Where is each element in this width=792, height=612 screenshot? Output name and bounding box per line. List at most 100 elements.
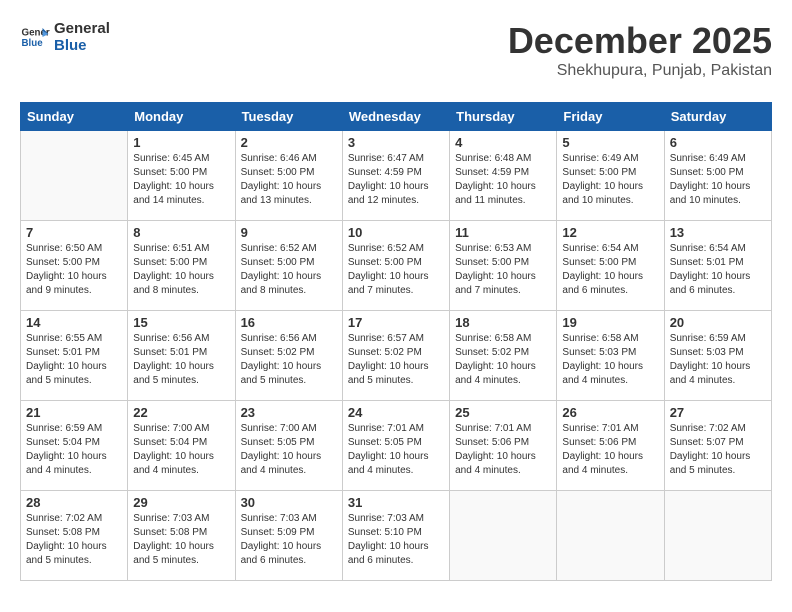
calendar-cell: 29Sunrise: 7:03 AM Sunset: 5:08 PM Dayli…	[128, 491, 235, 581]
calendar-cell	[664, 491, 771, 581]
day-number: 26	[562, 405, 658, 420]
calendar-cell	[21, 131, 128, 221]
day-number: 15	[133, 315, 229, 330]
day-number: 14	[26, 315, 122, 330]
calendar-cell: 16 Sunrise: 6:56 AM Sunset: 5:02 PM Dayli…	[235, 311, 342, 401]
day-number: 18	[455, 315, 551, 330]
day-info: Sunrise: 6:52 AM Sunset: 5:00 PM Dayligh…	[241, 242, 337, 298]
day-info: Sunrise: 6:49 AM Sunset: 5:00 PM Dayligh…	[562, 152, 658, 208]
calendar-table: SundayMondayTuesdayWednesdayThursdayFrid…	[20, 102, 772, 581]
day-info: Sunrise: 6:45 AM Sunset: 5:00 PM Dayligh…	[133, 152, 229, 208]
day-info: Sunrise: 6:48 AM Sunset: 4:59 PM Dayligh…	[455, 152, 551, 208]
day-number: 20	[670, 315, 766, 330]
calendar-cell	[557, 491, 664, 581]
header-tuesday: Tuesday	[235, 103, 342, 131]
day-number: 13	[670, 225, 766, 240]
day-info: Sunrise: 7:03 AM Sunset: 5:09 PM Dayligh…	[241, 512, 337, 568]
calendar-cell: 1 Sunrise: 6:45 AM Sunset: 5:00 PM Daylig…	[128, 131, 235, 221]
day-info: Sunrise: 7:02 AM Sunset: 5:08 PM Dayligh…	[26, 512, 122, 568]
day-number: 21	[26, 405, 122, 420]
day-info: Sunrise: 7:03 AM Sunset: 5:08 PM Dayligh…	[133, 512, 229, 568]
day-info: Sunrise: 6:57 AM Sunset: 5:02 PM Dayligh…	[348, 332, 444, 388]
day-info: Sunrise: 6:47 AM Sunset: 4:59 PM Dayligh…	[348, 152, 444, 208]
day-number: 16	[241, 315, 337, 330]
calendar-cell: 14 Sunrise: 6:55 AM Sunset: 5:01 PM Dayli…	[21, 311, 128, 401]
calendar-cell: 27Sunrise: 7:02 AM Sunset: 5:07 PM Dayli…	[664, 401, 771, 491]
calendar-cell	[450, 491, 557, 581]
calendar-cell: 30Sunrise: 7:03 AM Sunset: 5:09 PM Dayli…	[235, 491, 342, 581]
calendar-cell: 15 Sunrise: 6:56 AM Sunset: 5:01 PM Dayli…	[128, 311, 235, 401]
day-number: 1	[133, 135, 229, 150]
day-number: 11	[455, 225, 551, 240]
day-number: 3	[348, 135, 444, 150]
svg-text:Blue: Blue	[22, 38, 44, 49]
calendar-cell: 25Sunrise: 7:01 AM Sunset: 5:06 PM Dayli…	[450, 401, 557, 491]
calendar-cell: 20 Sunrise: 6:59 AM Sunset: 5:03 PM Dayli…	[664, 311, 771, 401]
day-info: Sunrise: 7:00 AM Sunset: 5:04 PM Dayligh…	[133, 422, 229, 478]
day-number: 17	[348, 315, 444, 330]
week-row-5: 28 Sunrise: 7:02 AM Sunset: 5:08 PM Dayli…	[21, 491, 772, 581]
day-number: 31	[348, 495, 444, 510]
day-info: Sunrise: 6:54 AM Sunset: 5:01 PM Dayligh…	[670, 242, 766, 298]
day-number: 10	[348, 225, 444, 240]
week-row-3: 14 Sunrise: 6:55 AM Sunset: 5:01 PM Dayli…	[21, 311, 772, 401]
week-row-2: 7 Sunrise: 6:50 AM Sunset: 5:00 PM Daylig…	[21, 221, 772, 311]
day-info: Sunrise: 6:52 AM Sunset: 5:00 PM Dayligh…	[348, 242, 444, 298]
month-title: December 2025	[508, 20, 772, 62]
header-friday: Friday	[557, 103, 664, 131]
day-number: 19	[562, 315, 658, 330]
day-number: 5	[562, 135, 658, 150]
calendar-cell: 21 Sunrise: 6:59 AM Sunset: 5:04 PM Dayli…	[21, 401, 128, 491]
calendar-cell: 5 Sunrise: 6:49 AM Sunset: 5:00 PM Daylig…	[557, 131, 664, 221]
title-section: December 2025 Shekhupura, Punjab, Pakist…	[508, 20, 772, 80]
day-info: Sunrise: 7:00 AM Sunset: 5:05 PM Dayligh…	[241, 422, 337, 478]
day-number: 12	[562, 225, 658, 240]
day-number: 7	[26, 225, 122, 240]
calendar-cell: 24Sunrise: 7:01 AM Sunset: 5:05 PM Dayli…	[342, 401, 449, 491]
calendar-cell: 10 Sunrise: 6:52 AM Sunset: 5:00 PM Dayli…	[342, 221, 449, 311]
location-title: Shekhupura, Punjab, Pakistan	[508, 62, 772, 80]
day-info: Sunrise: 6:51 AM Sunset: 5:00 PM Dayligh…	[133, 242, 229, 298]
calendar-cell: 2 Sunrise: 6:46 AM Sunset: 5:00 PM Daylig…	[235, 131, 342, 221]
week-row-4: 21 Sunrise: 6:59 AM Sunset: 5:04 PM Dayli…	[21, 401, 772, 491]
day-info: Sunrise: 6:46 AM Sunset: 5:00 PM Dayligh…	[241, 152, 337, 208]
day-info: Sunrise: 6:56 AM Sunset: 5:01 PM Dayligh…	[133, 332, 229, 388]
header-saturday: Saturday	[664, 103, 771, 131]
day-info: Sunrise: 7:01 AM Sunset: 5:05 PM Dayligh…	[348, 422, 444, 478]
calendar-cell: 26 Sunrise: 7:01 AM Sunset: 5:06 PM Dayli…	[557, 401, 664, 491]
calendar-cell: 19 Sunrise: 6:58 AM Sunset: 5:03 PM Dayli…	[557, 311, 664, 401]
calendar-cell: 13 Sunrise: 6:54 AM Sunset: 5:01 PM Dayli…	[664, 221, 771, 311]
logo-line2: Blue	[54, 37, 110, 54]
calendar-cell: 18 Sunrise: 6:58 AM Sunset: 5:02 PM Dayli…	[450, 311, 557, 401]
calendar-cell: 4 Sunrise: 6:48 AM Sunset: 4:59 PM Daylig…	[450, 131, 557, 221]
header-wednesday: Wednesday	[342, 103, 449, 131]
day-number: 8	[133, 225, 229, 240]
calendar-cell: 28 Sunrise: 7:02 AM Sunset: 5:08 PM Dayli…	[21, 491, 128, 581]
calendar-cell: 12Sunrise: 6:54 AM Sunset: 5:00 PM Dayli…	[557, 221, 664, 311]
day-info: Sunrise: 7:02 AM Sunset: 5:07 PM Dayligh…	[670, 422, 766, 478]
day-info: Sunrise: 6:58 AM Sunset: 5:03 PM Dayligh…	[562, 332, 658, 388]
day-info: Sunrise: 6:59 AM Sunset: 5:03 PM Dayligh…	[670, 332, 766, 388]
calendar-cell: 23Sunrise: 7:00 AM Sunset: 5:05 PM Dayli…	[235, 401, 342, 491]
logo: General Blue General Blue	[20, 20, 110, 54]
week-row-1: 1 Sunrise: 6:45 AM Sunset: 5:00 PM Daylig…	[21, 131, 772, 221]
calendar-cell: 3 Sunrise: 6:47 AM Sunset: 4:59 PM Daylig…	[342, 131, 449, 221]
day-number: 9	[241, 225, 337, 240]
calendar-header: SundayMondayTuesdayWednesdayThursdayFrid…	[21, 103, 772, 131]
day-number: 4	[455, 135, 551, 150]
calendar-cell: 9 Sunrise: 6:52 AM Sunset: 5:00 PM Daylig…	[235, 221, 342, 311]
calendar-cell: 22Sunrise: 7:00 AM Sunset: 5:04 PM Dayli…	[128, 401, 235, 491]
day-info: Sunrise: 6:55 AM Sunset: 5:01 PM Dayligh…	[26, 332, 122, 388]
day-info: Sunrise: 6:59 AM Sunset: 5:04 PM Dayligh…	[26, 422, 122, 478]
day-info: Sunrise: 7:01 AM Sunset: 5:06 PM Dayligh…	[562, 422, 658, 478]
day-number: 28	[26, 495, 122, 510]
day-info: Sunrise: 6:50 AM Sunset: 5:00 PM Dayligh…	[26, 242, 122, 298]
day-info: Sunrise: 6:49 AM Sunset: 5:00 PM Dayligh…	[670, 152, 766, 208]
day-number: 25	[455, 405, 551, 420]
day-number: 2	[241, 135, 337, 150]
logo-icon: General Blue	[20, 22, 50, 52]
day-info: Sunrise: 6:56 AM Sunset: 5:02 PM Dayligh…	[241, 332, 337, 388]
calendar-cell: 31Sunrise: 7:03 AM Sunset: 5:10 PM Dayli…	[342, 491, 449, 581]
day-info: Sunrise: 6:58 AM Sunset: 5:02 PM Dayligh…	[455, 332, 551, 388]
day-number: 6	[670, 135, 766, 150]
